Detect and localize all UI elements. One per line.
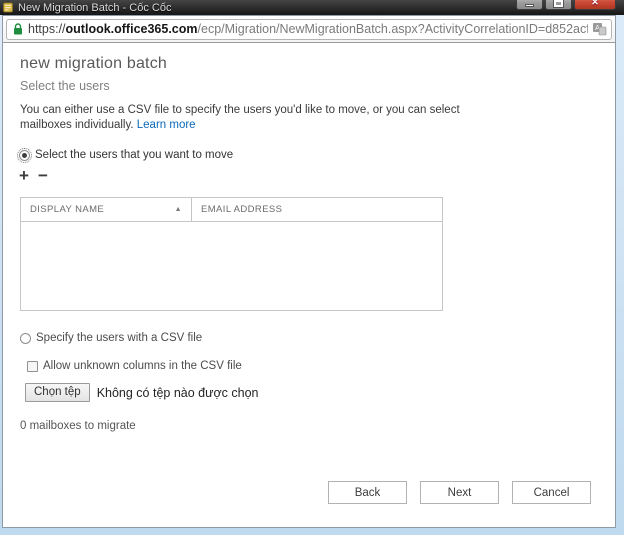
option-select-users[interactable]: Select the users that you want to move <box>19 149 233 161</box>
close-button[interactable]: ✕ <box>574 0 616 10</box>
add-user-button[interactable]: + <box>19 167 29 184</box>
column-header-email-address[interactable]: EMAIL ADDRESS <box>192 198 291 221</box>
intro-body: You can either use a CSV file to specify… <box>20 104 460 131</box>
minimize-button[interactable] <box>516 0 543 10</box>
maximize-icon <box>554 0 563 7</box>
remove-user-button[interactable]: − <box>38 167 48 184</box>
choose-file-button[interactable]: Chọn tệp <box>25 383 90 402</box>
browser-window: https://outlook.office365.com/ecp/Migrat… <box>2 15 616 528</box>
users-table-body[interactable] <box>21 222 442 310</box>
migration-batch-page: new migration batch Select the users You… <box>3 43 615 527</box>
email-address-header-label: EMAIL ADDRESS <box>201 204 282 215</box>
translate-icon[interactable]: A <box>592 22 607 36</box>
option-unknown-columns[interactable]: Allow unknown columns in the CSV file <box>27 360 242 372</box>
minimize-icon <box>525 4 534 7</box>
csv-file-input: Chọn tệp Không có tệp nào được chọn <box>25 383 259 402</box>
users-table: DISPLAY NAME ▲ EMAIL ADDRESS <box>20 197 443 311</box>
checkbox-unknown-columns[interactable] <box>27 361 38 372</box>
learn-more-link[interactable]: Learn more <box>137 119 196 131</box>
option-csv[interactable]: Specify the users with a CSV file <box>20 332 202 344</box>
list-toolbar: + − <box>19 167 48 184</box>
intro-text: You can either use a CSV file to specify… <box>20 103 472 133</box>
file-status-text: Không có tệp nào được chọn <box>97 386 259 400</box>
mailbox-count-text: 0 mailboxes to migrate <box>20 420 136 432</box>
next-button[interactable]: Next <box>420 481 499 504</box>
window-controls: ✕ <box>516 0 616 10</box>
address-bar[interactable]: https://outlook.office365.com/ecp/Migrat… <box>6 19 612 40</box>
maximize-button[interactable] <box>545 0 572 10</box>
radio-csv[interactable] <box>20 333 31 344</box>
url-host: outlook.office365.com <box>66 22 198 36</box>
url-text[interactable]: https://outlook.office365.com/ecp/Migrat… <box>28 22 588 36</box>
page-title: new migration batch <box>20 55 167 73</box>
checkbox-unknown-columns-label: Allow unknown columns in the CSV file <box>43 360 242 372</box>
back-button[interactable]: Back <box>328 481 407 504</box>
url-scheme: https:// <box>28 22 66 36</box>
window-title: New Migration Batch - Cốc Cốc <box>18 1 171 15</box>
cancel-button[interactable]: Cancel <box>512 481 591 504</box>
window-frame: New Migration Batch - Cốc Cốc ✕ https://… <box>0 0 624 535</box>
users-table-header: DISPLAY NAME ▲ EMAIL ADDRESS <box>21 198 442 222</box>
column-header-display-name[interactable]: DISPLAY NAME ▲ <box>21 198 192 221</box>
sort-asc-icon: ▲ <box>175 206 182 213</box>
radio-select-users-label: Select the users that you want to move <box>35 149 233 161</box>
page-subtitle: Select the users <box>20 79 110 93</box>
titlebar[interactable]: New Migration Batch - Cốc Cốc ✕ <box>0 0 624 15</box>
secure-lock-icon <box>13 23 23 36</box>
display-name-header-label: DISPLAY NAME <box>30 204 104 215</box>
browser-toolbar: https://outlook.office365.com/ecp/Migrat… <box>3 16 615 43</box>
close-icon: ✕ <box>591 0 599 7</box>
footer-buttons: Back Next Cancel <box>3 481 615 504</box>
url-path: /ecp/Migration/NewMigrationBatch.aspx?Ac… <box>198 22 588 36</box>
radio-csv-label: Specify the users with a CSV file <box>36 332 202 344</box>
app-favicon-icon <box>3 2 14 13</box>
radio-select-users[interactable] <box>19 150 30 161</box>
